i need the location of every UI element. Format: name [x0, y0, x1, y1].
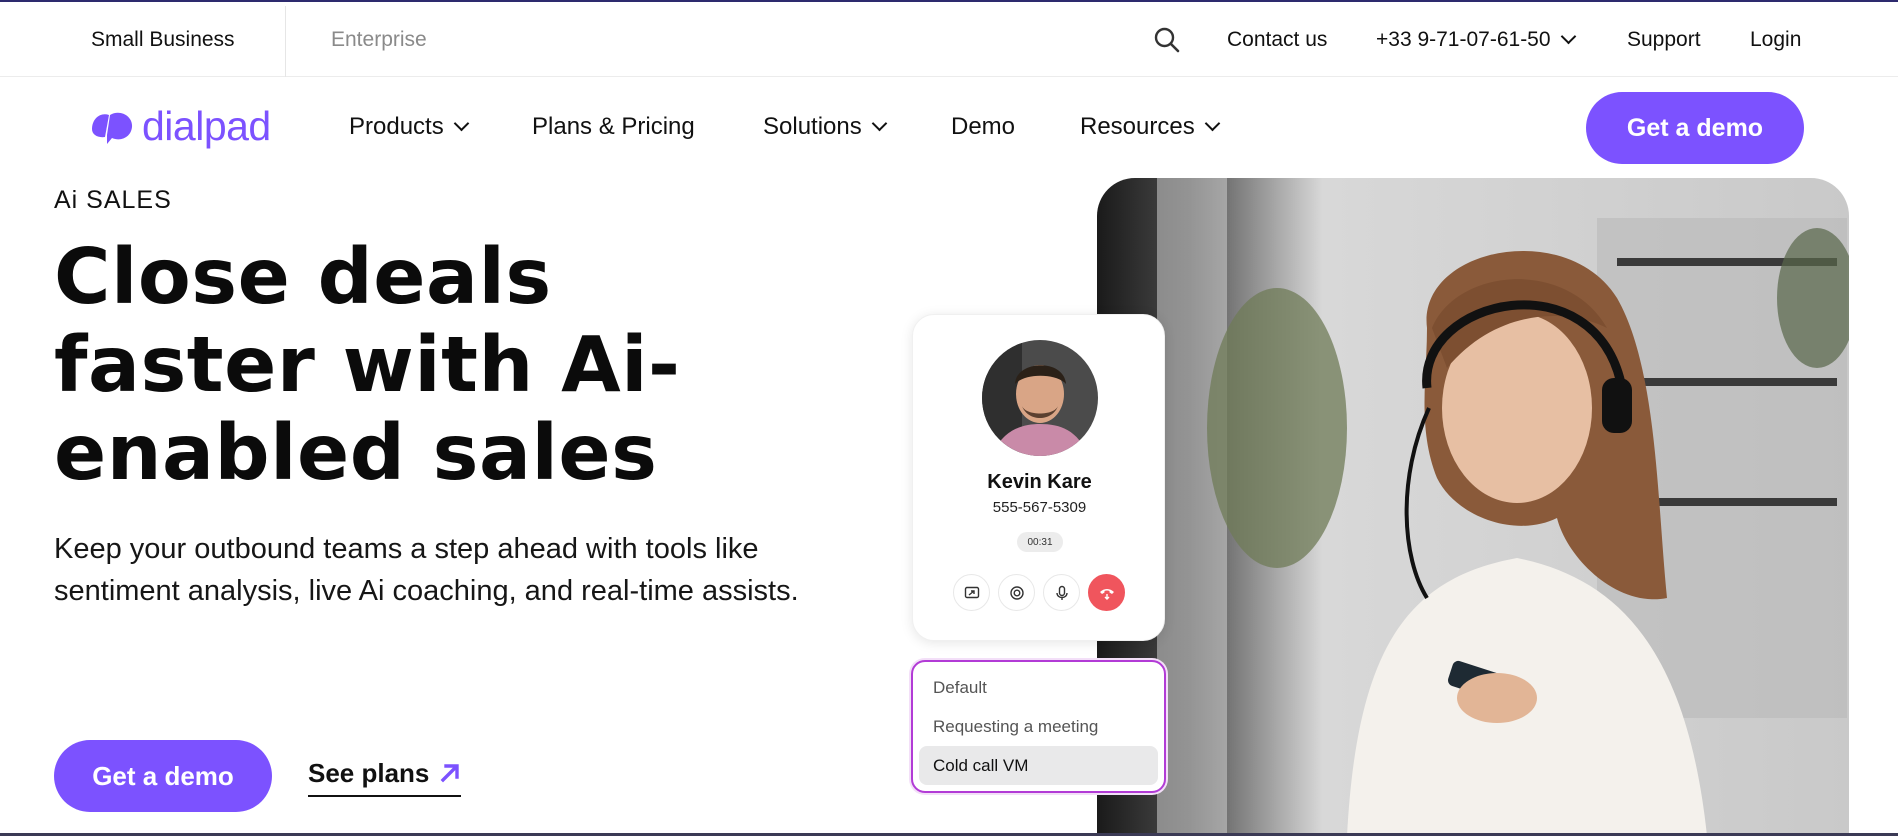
support-link[interactable]: Support: [1627, 2, 1701, 77]
see-plans-link[interactable]: See plans: [308, 753, 462, 797]
nav-products-label: Products: [349, 113, 444, 140]
arrow-up-right-icon: [441, 764, 460, 783]
end-call-icon: [1099, 588, 1114, 600]
contact-us-link[interactable]: Contact us: [1227, 2, 1327, 77]
share-screen-icon: [964, 586, 979, 598]
chevron-down-icon: [871, 115, 888, 132]
chevron-down-icon: [1204, 115, 1220, 132]
hero-photo: [1097, 178, 1849, 836]
share-screen-button[interactable]: [953, 574, 990, 611]
segment-small-business[interactable]: Small Business: [91, 2, 235, 77]
call-card: Kevin Kare 555-567-5309 00:31: [912, 314, 1165, 641]
dialpad-logo[interactable]: dialpad: [90, 102, 271, 149]
chevron-down-icon: [453, 115, 469, 132]
woman-with-headset-illustration: [1097, 178, 1849, 836]
end-call-button[interactable]: [1088, 574, 1125, 611]
menu-option-cold-call-vm[interactable]: Cold call VM: [919, 746, 1158, 785]
avatar-portrait: [982, 340, 1098, 456]
hero-subtitle: Keep your outbound teams a step ahead wi…: [54, 533, 799, 607]
segment-enterprise[interactable]: Enterprise: [331, 2, 427, 77]
segment-divider: [285, 6, 286, 77]
utility-bar: Small Business Enterprise Contact us +33…: [0, 0, 1898, 77]
search-button[interactable]: [1152, 2, 1182, 77]
nav-resources[interactable]: Resources: [1080, 77, 1220, 177]
mute-button[interactable]: [1043, 574, 1080, 611]
phone-selector[interactable]: +33 9-71-07-61-50: [1376, 2, 1576, 77]
record-button[interactable]: [998, 574, 1035, 611]
nav-plans-pricing[interactable]: Plans & Pricing: [532, 77, 695, 177]
get-demo-hero-button[interactable]: Get a demo: [54, 740, 272, 812]
main-nav: dialpad Products Plans & Pricing Solutio…: [0, 77, 1898, 177]
record-icon: [1009, 585, 1024, 600]
nav-products[interactable]: Products: [349, 77, 469, 177]
contact-name: Kevin Kare: [987, 471, 1092, 493]
nav-solutions[interactable]: Solutions: [763, 77, 888, 177]
logo-wordmark: dialpad: [142, 102, 271, 149]
get-demo-nav-button[interactable]: Get a demo: [1586, 92, 1804, 164]
dialpad-logo-icon: [92, 112, 133, 144]
see-plans-label: See plans: [308, 757, 430, 788]
login-link[interactable]: Login: [1750, 2, 1801, 77]
menu-option-default[interactable]: Default: [919, 668, 1158, 707]
hero-headline: Close deals faster with Ai-enabled sales: [54, 233, 681, 498]
call-disposition-menu: Default Requesting a meeting Cold call V…: [911, 660, 1166, 793]
search-icon: [1154, 27, 1180, 52]
call-timer: 00:31: [1017, 532, 1063, 552]
nav-solutions-label: Solutions: [763, 113, 862, 140]
contact-phone: 555-567-5309: [992, 499, 1087, 516]
menu-option-requesting-meeting[interactable]: Requesting a meeting: [919, 707, 1158, 746]
chevron-down-icon: [1560, 28, 1576, 44]
nav-resources-label: Resources: [1080, 113, 1195, 140]
contact-avatar: [982, 340, 1098, 456]
phone-number: +33 9-71-07-61-50: [1376, 27, 1551, 51]
nav-demo[interactable]: Demo: [951, 77, 1015, 177]
microphone-icon: [1055, 585, 1068, 600]
hero-eyebrow: Ai SALES: [54, 186, 172, 214]
